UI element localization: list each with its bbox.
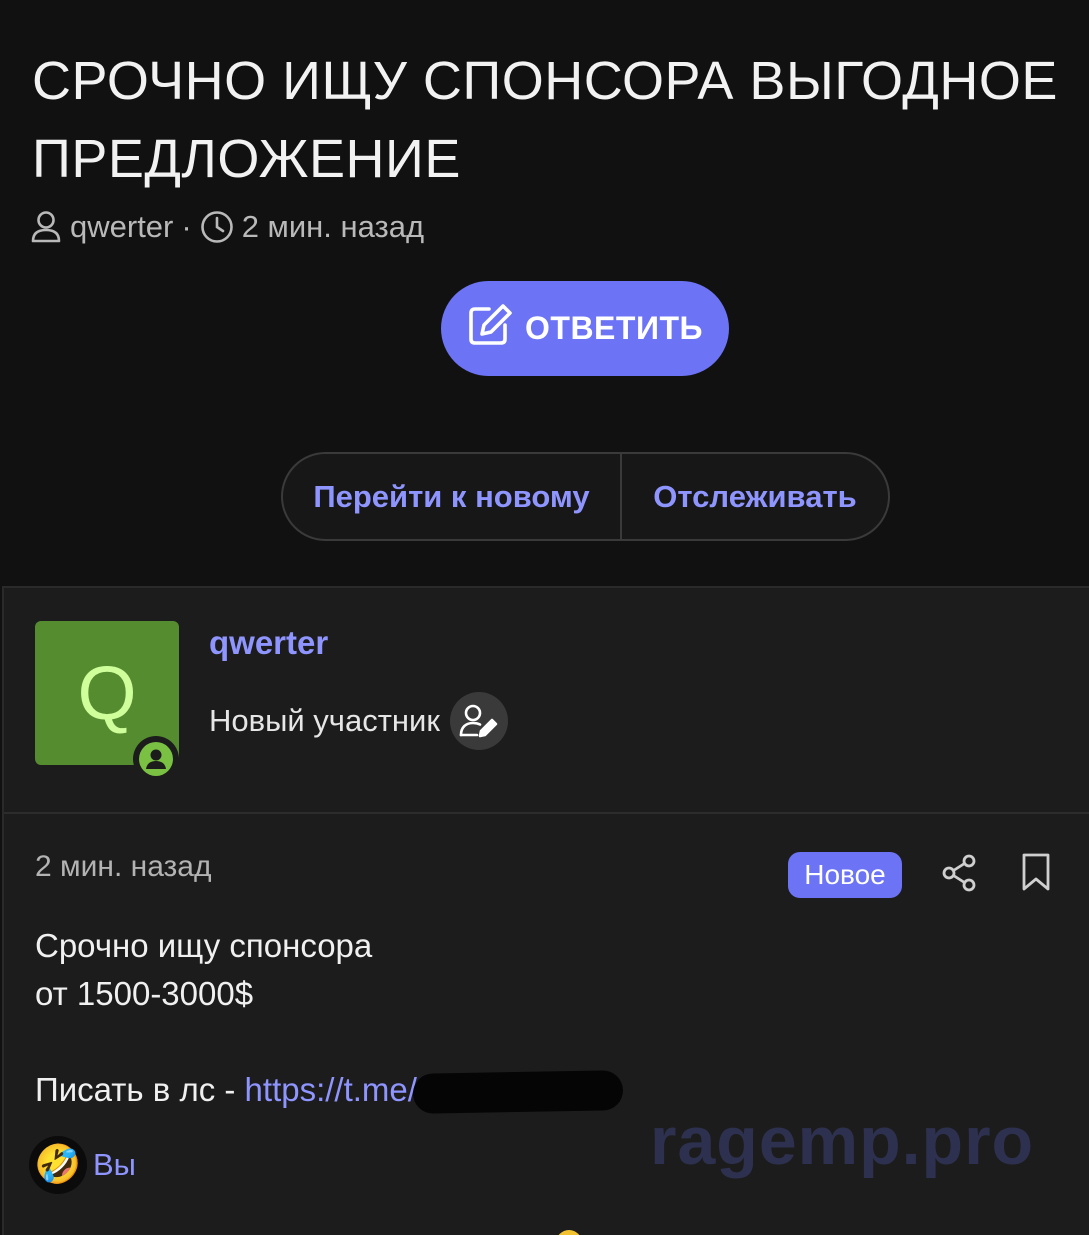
thread-page: СРОЧНО ИЩУ СПОНСОРА ВЫГОДНОЕ ПРЕДЛОЖЕНИЕ… <box>0 0 1089 1235</box>
post-time[interactable]: 2 мин. назад <box>35 850 212 884</box>
post-author-role: Новый участник <box>209 692 508 750</box>
share-icon[interactable] <box>939 853 981 898</box>
reply-button[interactable]: ОТВЕТИТЬ <box>441 281 729 376</box>
post-line: от 1500-3000$ <box>35 975 254 1012</box>
post-body: Срочно ищу спонсора от 1500-3000$ Писать… <box>35 922 1035 1115</box>
post-author-name[interactable]: qwerter <box>209 624 328 662</box>
post-author-block: Q qwerter Новый участник <box>4 588 1089 814</box>
thread-time[interactable]: 2 мин. назад <box>242 209 424 245</box>
author-role-label: Новый участник <box>209 703 440 738</box>
follow-button[interactable]: Отслеживать <box>622 454 888 539</box>
new-badge: Новое <box>788 852 902 898</box>
rofl-emoji-icon: 🤣 <box>29 1136 87 1194</box>
bookmark-icon[interactable] <box>1019 851 1053 898</box>
online-status-icon <box>133 736 179 782</box>
meta-separator: · <box>181 209 192 244</box>
goto-new-button[interactable]: Перейти к новому <box>283 454 622 539</box>
watermark: ragemp.pro <box>650 1103 1035 1179</box>
reaction-summary[interactable]: 🤣 Вы <box>29 1136 136 1194</box>
edit-icon <box>467 303 515 355</box>
user-icon <box>30 210 62 244</box>
partial-emoji-icon <box>556 1230 582 1235</box>
reaction-users[interactable]: Вы <box>93 1147 136 1183</box>
clock-icon <box>200 210 234 244</box>
thread-meta: qwerter · 2 мин. назад <box>30 206 424 248</box>
post-card: Q qwerter Новый участник 2 мин. назад Но… <box>2 586 1089 1235</box>
telegram-link[interactable]: https://t.me/ <box>245 1071 417 1108</box>
thread-author-link[interactable]: qwerter <box>70 209 173 245</box>
redaction-scribble <box>412 1070 624 1115</box>
post-contact-prefix: Писать в лс - <box>35 1071 245 1108</box>
post-line: Срочно ищу спонсора <box>35 927 373 964</box>
thread-title: СРОЧНО ИЩУ СПОНСОРА ВЫГОДНОЕ ПРЕДЛОЖЕНИЕ <box>32 51 1058 189</box>
user-edit-icon <box>449 692 508 750</box>
thread-actions-group: Перейти к новому Отслеживать <box>281 452 890 541</box>
reply-button-label: ОТВЕТИТЬ <box>525 310 703 346</box>
